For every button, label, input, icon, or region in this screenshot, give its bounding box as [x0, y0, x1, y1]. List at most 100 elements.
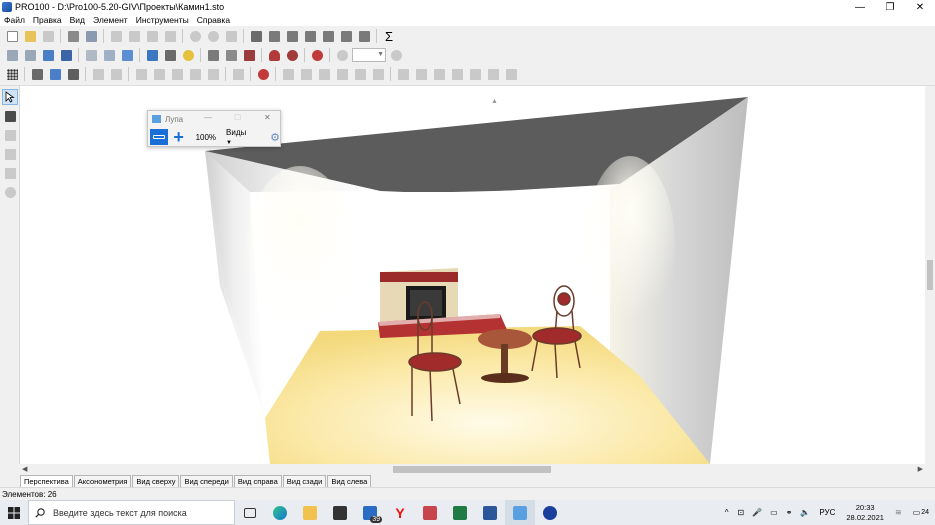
undo-icon[interactable]	[187, 28, 203, 44]
outline-icon[interactable]	[83, 47, 99, 63]
menu-view[interactable]: Вид	[66, 15, 89, 25]
taskbar-search[interactable]: Введите здесь текст для поиска	[28, 500, 235, 525]
unstack-icon[interactable]	[503, 66, 519, 82]
print-icon[interactable]	[65, 28, 81, 44]
solid-icon[interactable]	[119, 47, 135, 63]
wifi-icon[interactable]: ⚭	[786, 508, 793, 517]
scroll-left-icon[interactable]: ◀	[22, 465, 27, 473]
delete-icon[interactable]	[162, 28, 178, 44]
cut-icon[interactable]	[108, 28, 124, 44]
align-center-icon[interactable]	[298, 66, 314, 82]
vertical-scrollbar[interactable]	[925, 86, 935, 464]
menu-tools[interactable]: Инструменты	[132, 15, 193, 25]
app-cube-icon[interactable]	[415, 500, 445, 525]
zoom-tool-icon[interactable]	[2, 184, 18, 200]
magnifier-close-button[interactable]: ✕	[264, 113, 271, 122]
align-bottom-icon[interactable]	[370, 66, 386, 82]
language-indicator[interactable]: РУС	[819, 508, 835, 517]
report-icon[interactable]	[266, 28, 282, 44]
network-icon[interactable]: ⊡	[737, 508, 744, 517]
hidden-lines-icon[interactable]	[22, 47, 38, 63]
save-icon[interactable]	[40, 28, 56, 44]
tab-right-view[interactable]: Вид справа	[233, 475, 282, 487]
menu-edit[interactable]: Правка	[29, 15, 66, 25]
clock[interactable]: 20:33 28.02.2021	[846, 503, 884, 523]
battery-icon[interactable]: ▭	[770, 508, 778, 517]
grid-icon[interactable]	[241, 47, 257, 63]
pen-icon[interactable]	[65, 66, 81, 82]
dots-grid-icon[interactable]	[4, 66, 20, 82]
project-icon[interactable]	[248, 28, 264, 44]
mirror-icon[interactable]	[133, 66, 149, 82]
tab-axonometry[interactable]: Аксонометрия	[73, 475, 132, 487]
weather-icon[interactable]: ≋	[895, 508, 902, 517]
menu-element[interactable]: Элемент	[89, 15, 132, 25]
menu-file[interactable]: Файл	[0, 15, 29, 25]
light-bulb-icon[interactable]	[180, 47, 196, 63]
shadows-icon[interactable]	[162, 47, 178, 63]
pointer-icon[interactable]	[2, 89, 18, 105]
rotate-90-icon[interactable]	[169, 66, 185, 82]
vertical-scroll-thumb[interactable]	[927, 260, 933, 290]
zoom-out-icon[interactable]	[334, 47, 350, 63]
sigma-icon[interactable]: Σ	[381, 28, 397, 44]
snap-icon[interactable]	[284, 47, 300, 63]
dimensions-icon[interactable]	[223, 47, 239, 63]
materials-icon[interactable]	[338, 28, 354, 44]
scale-icon[interactable]	[205, 66, 221, 82]
paste-icon[interactable]	[144, 28, 160, 44]
export-icon[interactable]	[284, 28, 300, 44]
copy-icon[interactable]	[126, 28, 142, 44]
shaded-icon[interactable]	[40, 47, 56, 63]
yandex-icon[interactable]: Y	[385, 500, 415, 525]
cut-shape-icon[interactable]	[230, 66, 246, 82]
task-view-icon[interactable]	[235, 500, 265, 525]
new-file-icon[interactable]	[4, 28, 20, 44]
word-icon[interactable]	[475, 500, 505, 525]
walls-tool-icon[interactable]	[2, 165, 18, 181]
store-icon[interactable]	[325, 500, 355, 525]
zoom-plus-button[interactable]: +	[170, 127, 188, 147]
resize-tool-icon[interactable]	[2, 146, 18, 162]
move-up-icon[interactable]	[29, 66, 45, 82]
open-file-icon[interactable]	[22, 28, 38, 44]
settings-icon[interactable]	[356, 28, 372, 44]
tray-expand-icon[interactable]: ^	[725, 508, 729, 517]
target-icon[interactable]	[309, 47, 325, 63]
minimize-button[interactable]: —	[845, 0, 875, 14]
detach-icon[interactable]	[467, 66, 483, 82]
distribute-d-icon[interactable]	[431, 66, 447, 82]
notifications-button[interactable]: ▭ 24	[913, 508, 929, 517]
magnet-icon[interactable]	[266, 47, 282, 63]
tab-top-view[interactable]: Вид сверху	[132, 475, 180, 487]
redo-icon[interactable]	[205, 28, 221, 44]
close-button[interactable]: ✕	[905, 0, 935, 14]
no-entry-icon[interactable]	[255, 66, 271, 82]
distribute-h-icon[interactable]	[395, 66, 411, 82]
align-right-icon[interactable]	[316, 66, 332, 82]
volume-icon[interactable]: 🔈	[800, 508, 810, 517]
outline-shaded-icon[interactable]	[101, 47, 117, 63]
align-middle-icon[interactable]	[352, 66, 368, 82]
pro100-taskbar-icon[interactable]	[505, 500, 535, 525]
textured-icon[interactable]	[58, 47, 74, 63]
copy-view-icon[interactable]	[302, 28, 318, 44]
library-icon[interactable]	[223, 28, 239, 44]
distribute-v-icon[interactable]	[413, 66, 429, 82]
gear-icon[interactable]: ⚙	[270, 131, 280, 144]
rotate-tool-icon[interactable]	[2, 127, 18, 143]
attach-icon[interactable]	[449, 66, 465, 82]
microphone-icon[interactable]: 🎤	[752, 508, 762, 517]
save-view-icon[interactable]	[320, 28, 336, 44]
flip-icon[interactable]	[151, 66, 167, 82]
info-icon[interactable]	[535, 500, 565, 525]
3d-viewport[interactable]: ▲ Лупа — ☐ ✕ + 100% Виды ▼ ⚙	[20, 86, 925, 464]
zoom-minus-button[interactable]	[150, 129, 168, 145]
edge-icon[interactable]	[265, 500, 295, 525]
scroll-right-icon[interactable]: ▶	[918, 465, 923, 473]
windows-start-icon[interactable]	[0, 500, 28, 525]
align-left-icon[interactable]	[280, 66, 296, 82]
zoom-in-icon[interactable]	[388, 47, 404, 63]
align-top-icon[interactable]	[334, 66, 350, 82]
tab-back-view[interactable]: Вид сзади	[282, 475, 327, 487]
